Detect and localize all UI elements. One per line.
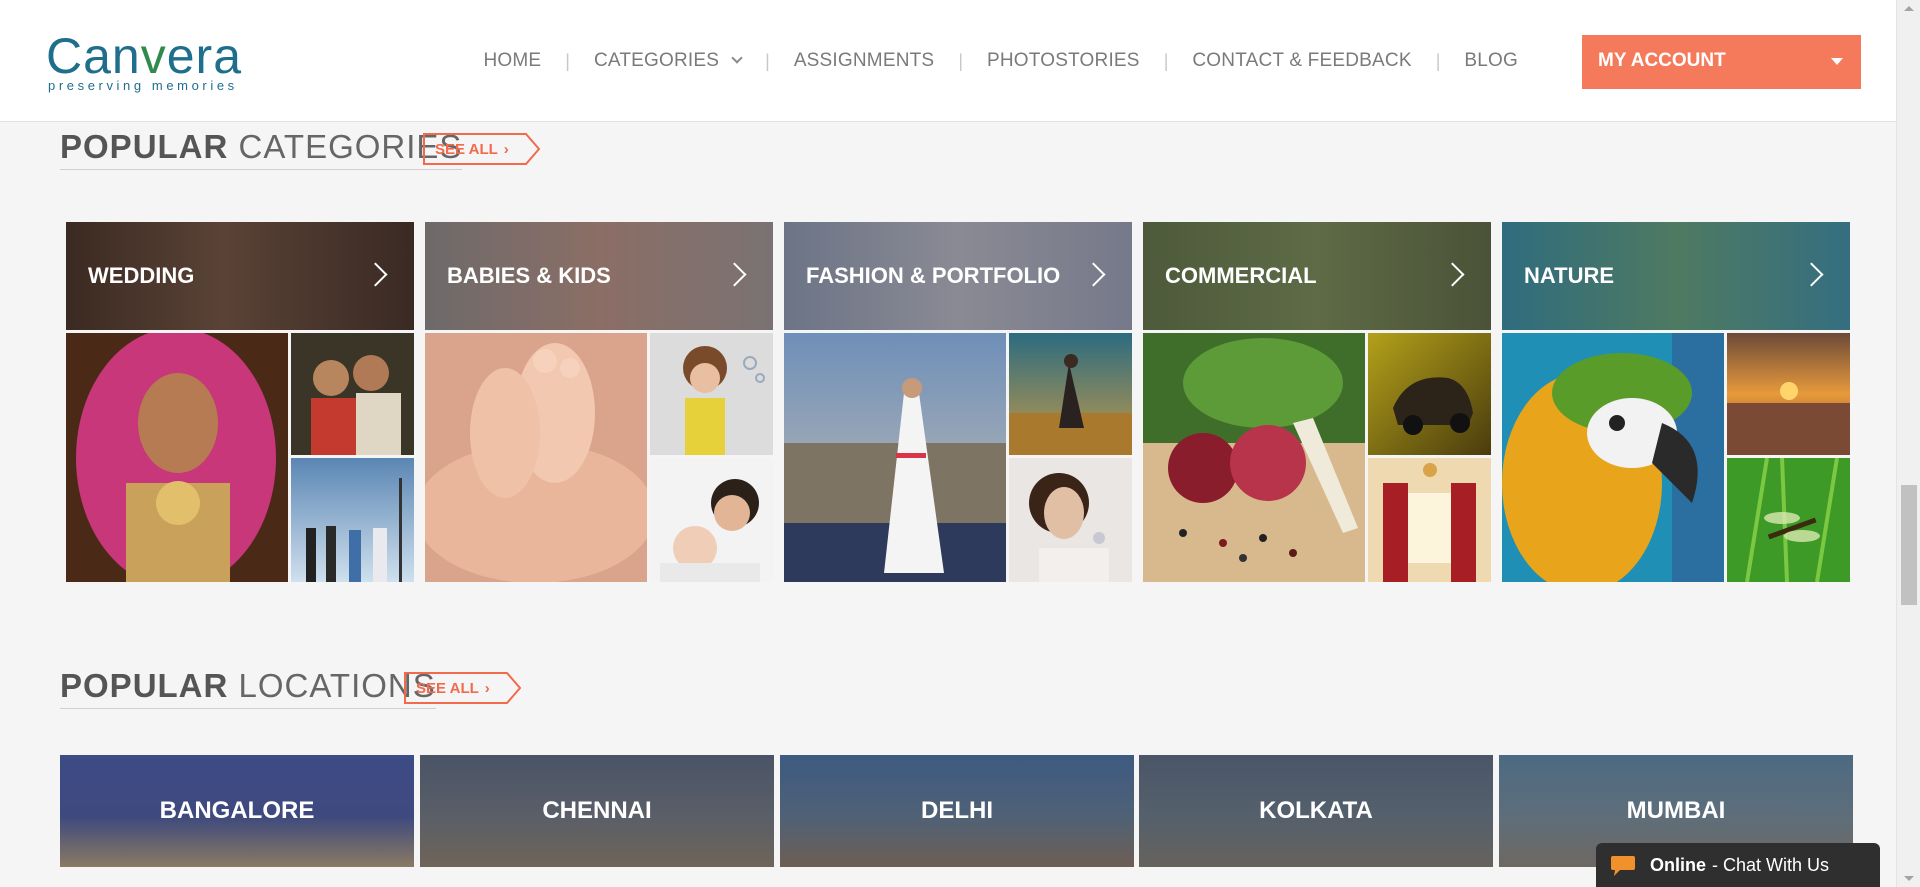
photo-baby-feet-in-hands: [425, 333, 647, 582]
chat-bubble-icon: [1611, 856, 1635, 876]
nav-separator: |: [565, 50, 570, 71]
photo-dragonfly-on-grass: [1727, 458, 1850, 582]
nav-assignments[interactable]: ASSIGNMENTS: [794, 50, 935, 72]
category-header[interactable]: FASHION & PORTFOLIO: [784, 222, 1132, 330]
chevron-right-icon: ›: [484, 679, 490, 697]
category-card-babies-kids[interactable]: BABIES & KIDS: [425, 222, 773, 582]
category-card-nature[interactable]: NATURE: [1502, 222, 1850, 582]
popular-locations-title: POPULAR LOCATIONS: [60, 667, 436, 709]
nav-categories[interactable]: CATEGORIES: [594, 50, 743, 72]
category-header[interactable]: WEDDING: [66, 222, 414, 330]
photo-sunset-beach: [1727, 333, 1850, 455]
photo-macaw-parrot: [1502, 333, 1724, 582]
photo-woman-playing-violin-rooftop: [784, 333, 1006, 582]
see-all-locations-button[interactable]: SEE ALL ›: [404, 672, 522, 704]
chevron-right-icon: [722, 262, 747, 287]
category-card-wedding[interactable]: WEDDING: [66, 222, 414, 582]
photo-interior-with-red-curtains: [1368, 458, 1491, 582]
photo-jewellery-model: [1009, 458, 1132, 582]
location-tile-bangalore[interactable]: BANGALORE: [60, 755, 414, 867]
photo-onion-and-peppercorns: [1143, 333, 1365, 582]
nav-separator: |: [1435, 50, 1441, 71]
canvera-logo[interactable]: Canvera preserving memories: [46, 28, 266, 93]
logo-wordmark: Canvera: [46, 28, 242, 84]
chevron-right-icon: [1440, 262, 1465, 287]
photo-girl-blowing-bubbles: [650, 333, 773, 455]
my-account-label: MY ACCOUNT: [1598, 50, 1726, 71]
location-tile-delhi[interactable]: DELHI: [780, 755, 1134, 867]
my-account-button[interactable]: MY ACCOUNT: [1582, 35, 1861, 89]
chat-label: - Chat With Us: [1712, 854, 1830, 875]
category-header[interactable]: BABIES & KIDS: [425, 222, 773, 330]
location-tile-kolkata[interactable]: KOLKATA: [1139, 755, 1493, 867]
live-chat-button[interactable]: Online - Chat With Us: [1596, 843, 1880, 887]
scroll-down-arrow-icon[interactable]: [1904, 876, 1914, 881]
scrollbar-thumb[interactable]: [1901, 485, 1917, 605]
category-header[interactable]: NATURE: [1502, 222, 1850, 330]
nav-separator: |: [765, 50, 770, 71]
photo-bride-portrait: [66, 333, 288, 582]
site-header: Canvera preserving memories HOME | CATEG…: [0, 0, 1896, 122]
photo-woman-in-field: [1009, 333, 1132, 455]
see-all-categories-button[interactable]: SEE ALL ›: [423, 133, 541, 165]
chat-status: Online: [1650, 854, 1707, 875]
nav-blog[interactable]: BLOG: [1464, 50, 1518, 72]
category-card-fashion-portfolio[interactable]: FASHION & PORTFOLIO: [784, 222, 1132, 582]
nav-photostories[interactable]: PHOTOSTORIES: [987, 50, 1140, 72]
nav-separator: |: [958, 50, 963, 71]
chevron-right-icon: [1799, 262, 1824, 287]
main-nav: HOME | CATEGORIES | ASSIGNMENTS | PHOTOS…: [483, 0, 1518, 122]
photo-car: [1368, 333, 1491, 455]
scroll-up-arrow-icon[interactable]: [1904, 6, 1914, 11]
photo-father-kissing-baby: [650, 458, 773, 582]
page-scrollbar[interactable]: [1896, 0, 1920, 887]
photo-wedding-party-walk: [291, 458, 414, 582]
nav-contact-feedback[interactable]: CONTACT & FEEDBACK: [1192, 50, 1411, 72]
chevron-right-icon: [1081, 262, 1106, 287]
nav-home[interactable]: HOME: [483, 50, 541, 72]
category-card-commercial[interactable]: COMMERCIAL: [1143, 222, 1491, 582]
category-header[interactable]: COMMERCIAL: [1143, 222, 1491, 330]
photo-couple-portrait: [291, 333, 414, 455]
nav-separator: |: [1163, 50, 1169, 71]
caret-down-icon: [1831, 58, 1843, 65]
chevron-right-icon: ›: [503, 140, 509, 158]
chevron-right-icon: [363, 262, 388, 287]
location-tile-chennai[interactable]: CHENNAI: [420, 755, 774, 867]
logo-tagline: preserving memories: [48, 78, 238, 93]
popular-categories-title: POPULAR CATEGORIES: [60, 128, 463, 170]
chevron-down-icon: [731, 52, 743, 64]
